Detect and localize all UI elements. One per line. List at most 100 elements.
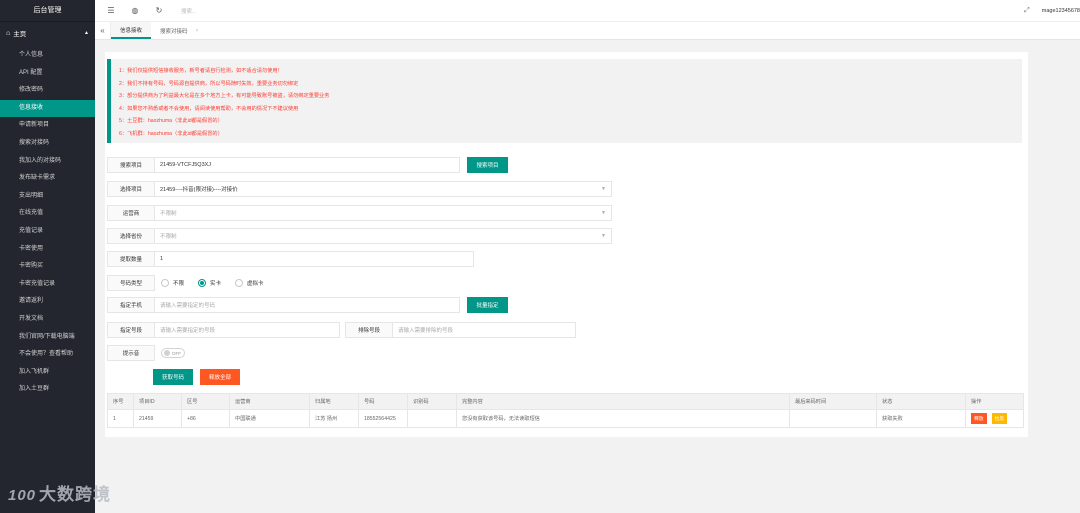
table-header-cell: 号码 [359, 394, 408, 409]
segment-input[interactable]: 请输入需要指定的号段 [155, 322, 340, 338]
sound-toggle[interactable]: OFF [161, 348, 185, 358]
table-header-cell: 序号 [108, 394, 134, 409]
numbers-table: 序号 项目ID 区号 运营商 归属地 号码 识别码 完整内容 最后来码时间 状态… [107, 393, 1024, 428]
phone-input[interactable]: 请输入需要指定的号码 [155, 297, 460, 313]
get-number-button[interactable]: 获取号码 [153, 369, 193, 385]
select-project-value: 21459----抖音(限对接)----对接价 [160, 187, 238, 193]
menu-icon[interactable]: ☰ [103, 6, 119, 15]
tab-label: 搜索对接码 [160, 28, 188, 35]
radio-label: 不限 [173, 281, 185, 287]
sidebar-group-home[interactable]: ⌂ 主页 ▲ [0, 22, 95, 44]
select-project-select[interactable]: 21459----抖音(限对接)----对接价 ▼ [155, 181, 612, 197]
sidebar-item-change-password[interactable]: 修改密码 [0, 82, 95, 100]
quantity-input[interactable]: 1 [155, 251, 474, 267]
operator-row: 运营商 不限制 ▼ [107, 205, 612, 221]
radio-unlimited[interactable]: 不限 [161, 275, 184, 291]
table-header-cell: 最后来码时间 [790, 394, 877, 409]
batch-assign-button[interactable]: 批量指定 [467, 297, 508, 313]
table-header-cell: 状态 [877, 394, 966, 409]
search-input[interactable]: 搜索... [181, 7, 197, 15]
exclude-input[interactable]: 请输入需要排除的号段 [393, 322, 576, 338]
tab-search-code[interactable]: 搜索对接码 × [151, 22, 207, 39]
table-header-cell: 完整内容 [457, 394, 790, 409]
table-cell: 江苏 扬州 [310, 409, 359, 427]
dropdown-arrow-icon: ▼ [601, 186, 606, 192]
sidebar-item-docs[interactable]: 开发文档 [0, 311, 95, 329]
sidebar-item-expenses[interactable]: 支出明细 [0, 188, 95, 206]
sidebar-item-card-buy[interactable]: 卡密购买 [0, 258, 95, 276]
notice-line: 6：飞机群：haozhuma（非此id都是假冒的） [119, 130, 223, 137]
search-project-button[interactable]: 搜索项目 [467, 157, 508, 173]
watermark-logo: 100 [8, 487, 37, 504]
sidebar-item-apply-project[interactable]: 申请新项目 [0, 117, 95, 135]
release-button[interactable]: 释放 [971, 413, 987, 424]
table-cell: +86 [182, 409, 230, 427]
search-project-input[interactable]: 21459-VTCFJ5Q3XJ [155, 157, 460, 173]
app-title: 后台管理 [0, 0, 95, 22]
close-icon[interactable]: × [196, 28, 199, 34]
sidebar-item-my-codes[interactable]: 我加入的对接码 [0, 153, 95, 171]
sidebar-item-sms-receive[interactable]: 信息接收 [0, 99, 95, 118]
sidebar-item-recharge-history[interactable]: 充值记录 [0, 223, 95, 241]
quantity-label: 提取数量 [107, 251, 155, 267]
sidebar-item-card-recharge-history[interactable]: 卡密充值记录 [0, 276, 95, 294]
sidebar-item-help[interactable]: 不会使用？查看帮助 [0, 346, 95, 364]
number-type-label: 号码类型 [107, 275, 155, 291]
select-project-row: 选择项目 21459----抖音(限对接)----对接价 ▼ [107, 181, 612, 197]
sidebar-item-recharge[interactable]: 在线充值 [0, 205, 95, 223]
notice-line: 1：我们仅提供短信接收服务，新号者请自行检测，如不适合请勿使用！ [119, 68, 283, 74]
user-menu[interactable]: mage12345678 [1042, 8, 1080, 14]
sidebar-item-website-download[interactable]: 我们官网/下载电脑端 [0, 329, 95, 347]
toggle-knob [164, 350, 170, 356]
table-cell: 18552564425 [359, 409, 408, 427]
tab-bar: « 信息接收 搜索对接码 × [95, 22, 1080, 40]
refresh-icon[interactable]: ↻ [151, 6, 167, 15]
operator-label: 运营商 [107, 205, 155, 221]
exclude-label: 排除号段 [345, 322, 393, 338]
table-cell: 1 [108, 409, 134, 427]
radio-circle [161, 279, 169, 287]
sidebar-item-search-code[interactable]: 搜索对接码 [0, 135, 95, 153]
radio-label: 虚拟卡 [247, 281, 264, 287]
fullscreen-icon[interactable]: ⤢ [1024, 7, 1030, 15]
sidebar-item-card-use[interactable]: 卡密使用 [0, 241, 95, 259]
table-cell [790, 409, 877, 427]
tab-label: 信息接收 [120, 27, 143, 34]
table-cell [408, 409, 457, 427]
quantity-row: 提取数量 1 [107, 251, 474, 267]
province-select[interactable]: 不限制 ▼ [155, 228, 612, 244]
tab-sms-receive[interactable]: 信息接收 [111, 22, 152, 39]
release-all-button[interactable]: 释放全部 [200, 369, 240, 385]
sidebar-item-post-demand[interactable]: 发布缺卡需求 [0, 170, 95, 188]
main-card: 1：我们仅提供短信接收服务，新号者请自行检测，如不适合请勿使用！ 2：我们不持有… [105, 52, 1028, 437]
sidebar-item-potato-group[interactable]: 加入土豆群 [0, 381, 95, 399]
sidebar-item-referral[interactable]: 邀请返利 [0, 293, 95, 311]
operator-value: 不限制 [160, 211, 177, 217]
double-chevron-left-icon[interactable]: « [95, 22, 111, 39]
table-header-cell: 运营商 [230, 394, 310, 409]
sidebar-item-telegram-group[interactable]: 加入飞机群 [0, 364, 95, 382]
radio-circle-selected [198, 279, 207, 287]
sidebar-item-profile[interactable]: 个人信息 [0, 47, 95, 65]
sidebar-group-label: 主页 [13, 31, 27, 38]
search-project-label: 搜索项目 [107, 157, 155, 173]
table-cell: 中国联通 [230, 409, 310, 427]
radio-circle [235, 279, 244, 287]
blacklist-button[interactable]: 拉黑 [991, 413, 1008, 424]
topbar: ☰ ◍ ↻ 搜索... ⤢ mage12345678 [95, 0, 1080, 22]
radio-virtual-card[interactable]: 虚拟卡 [235, 275, 264, 291]
toggle-state: OFF [172, 350, 181, 356]
phone-label: 指定手机 [107, 297, 155, 313]
province-row: 选择省份 不限制 ▼ [107, 228, 612, 244]
home-icon: ⌂ [6, 29, 11, 37]
radio-real-card[interactable]: 实卡 [198, 275, 221, 291]
table-header-cell: 归属地 [310, 394, 359, 409]
sound-row: 提示音 OFF [107, 345, 185, 361]
globe-icon[interactable]: ◍ [127, 6, 143, 15]
operator-select[interactable]: 不限制 ▼ [155, 205, 612, 221]
radio-label: 实卡 [210, 281, 222, 287]
table-cell: 您没有获取该号码，无法读取短信 [457, 409, 790, 427]
select-project-label: 选择项目 [107, 181, 155, 197]
sidebar-item-api-config[interactable]: API 配置 [0, 65, 95, 83]
search-project-row: 搜索项目 21459-VTCFJ5Q3XJ 搜索项目 [107, 157, 508, 173]
